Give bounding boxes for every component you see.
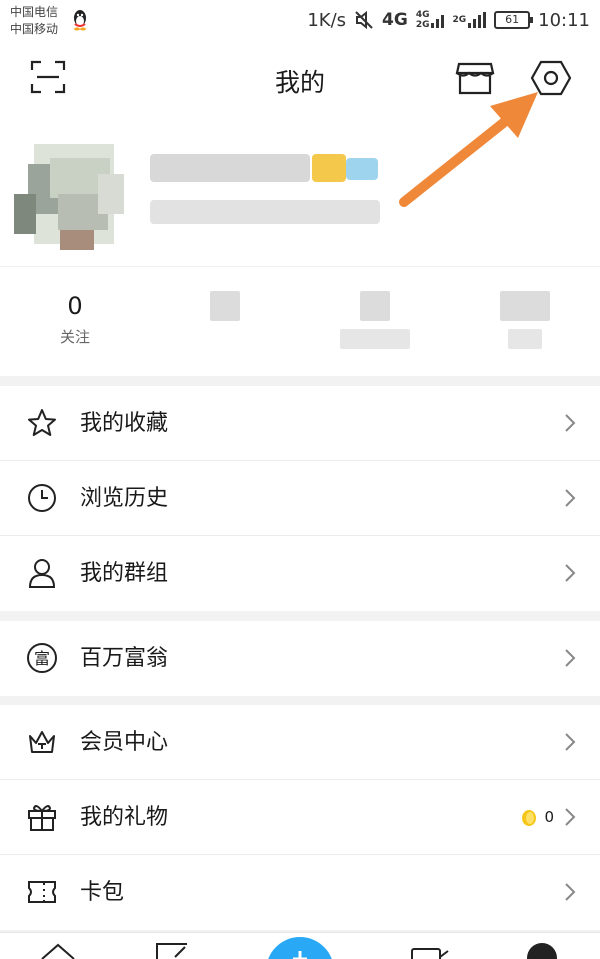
- bottom-tab-bar: [0, 932, 600, 959]
- chevron-right-icon: [565, 649, 576, 667]
- menu-history[interactable]: 浏览历史: [0, 461, 600, 536]
- chevron-right-icon: [565, 808, 576, 826]
- menu-label: 我的收藏: [80, 411, 169, 436]
- menu-label: 卡包: [80, 880, 125, 905]
- username-blurred: [150, 154, 310, 182]
- battery-icon: 61: [494, 11, 534, 29]
- stat-4-value-blurred: [500, 291, 550, 321]
- chevron-right-icon: [565, 564, 576, 582]
- stat-fans-blurred: [210, 291, 240, 321]
- menu-card-wallet[interactable]: 卡包: [0, 855, 600, 930]
- menu-vip[interactable]: 会员中心: [0, 705, 600, 780]
- network-2g-small: 2G: [415, 20, 430, 30]
- menu-group-3: 会员中心 我的礼物 0 卡包: [0, 705, 600, 930]
- fu-icon-char: 富: [34, 649, 50, 668]
- menu-label: 我的礼物: [80, 805, 169, 830]
- signal-1-icon: [431, 12, 445, 28]
- menu-gifts[interactable]: 我的礼物 0: [0, 780, 600, 855]
- menu-group-1: 我的收藏 浏览历史 我的群组: [0, 386, 600, 611]
- crown-icon: [29, 731, 55, 753]
- gift-icon: [28, 805, 56, 831]
- stat-following[interactable]: 0 关注: [20, 291, 130, 349]
- coin-icon: [522, 810, 536, 826]
- stat-3-label-blurred: [340, 329, 410, 349]
- vip-badge-blurred: [346, 158, 378, 180]
- star-icon: [28, 409, 56, 436]
- carrier-2: 中国移动: [10, 22, 59, 36]
- net-speed: 1K/s: [307, 9, 347, 31]
- chevron-right-icon: [565, 733, 576, 751]
- edit-icon[interactable]: [155, 941, 189, 959]
- menu-label: 我的群组: [80, 561, 169, 586]
- menu-label: 百万富翁: [80, 646, 169, 671]
- stat-following-label: 关注: [59, 328, 90, 346]
- stats-bar: 0 关注 粉丝: [0, 266, 600, 376]
- network-4g: 4G: [382, 10, 408, 30]
- network-4g-small: 4G: [415, 10, 430, 20]
- chevron-right-icon: [565, 414, 576, 432]
- home-icon[interactable]: [40, 941, 76, 959]
- clock-icon: [28, 484, 56, 512]
- bio-blurred: [150, 200, 380, 224]
- stat-following-value: 0: [67, 292, 83, 320]
- chevron-right-icon: [565, 489, 576, 507]
- coin-count: 0: [544, 808, 554, 826]
- avatar[interactable]: [14, 134, 132, 252]
- stat-4-label-blurred: [508, 329, 542, 349]
- menu-favorites[interactable]: 我的收藏: [0, 386, 600, 461]
- carrier-info: 中国电信 中国移动: [10, 4, 58, 38]
- annotation-arrow: [399, 92, 538, 207]
- mute-icon: [355, 10, 373, 30]
- add-post-button[interactable]: [266, 937, 334, 959]
- carrier-1: 中国电信: [10, 5, 59, 19]
- network-2g: 2G: [452, 15, 467, 25]
- menu-millionaire[interactable]: 富 百万富翁: [0, 621, 600, 696]
- video-icon[interactable]: [410, 941, 450, 959]
- menu-groups[interactable]: 我的群组: [0, 536, 600, 611]
- status-bar: 中国电信 中国移动 1K/s 4G 4G 2G 2G 61 10:11: [0, 0, 600, 44]
- user-icon: [28, 559, 56, 588]
- level-badge-blurred: [312, 154, 346, 182]
- profile-tab-icon[interactable]: [525, 941, 559, 959]
- menu-group-2: 富 百万富翁: [0, 621, 600, 696]
- stat-3-value-blurred: [360, 291, 390, 321]
- ticket-icon: [28, 881, 56, 903]
- fu-icon: 富: [27, 643, 57, 673]
- qq-penguin-icon: [74, 10, 86, 31]
- clock-time: 10:11: [538, 9, 590, 31]
- menu-label: 浏览历史: [80, 486, 169, 511]
- chevron-right-icon: [565, 883, 576, 901]
- menu-label: 会员中心: [80, 730, 169, 755]
- signal-2-icon: [468, 12, 487, 28]
- status-indicators: 1K/s 4G 4G 2G 2G 61 10:11: [307, 6, 590, 34]
